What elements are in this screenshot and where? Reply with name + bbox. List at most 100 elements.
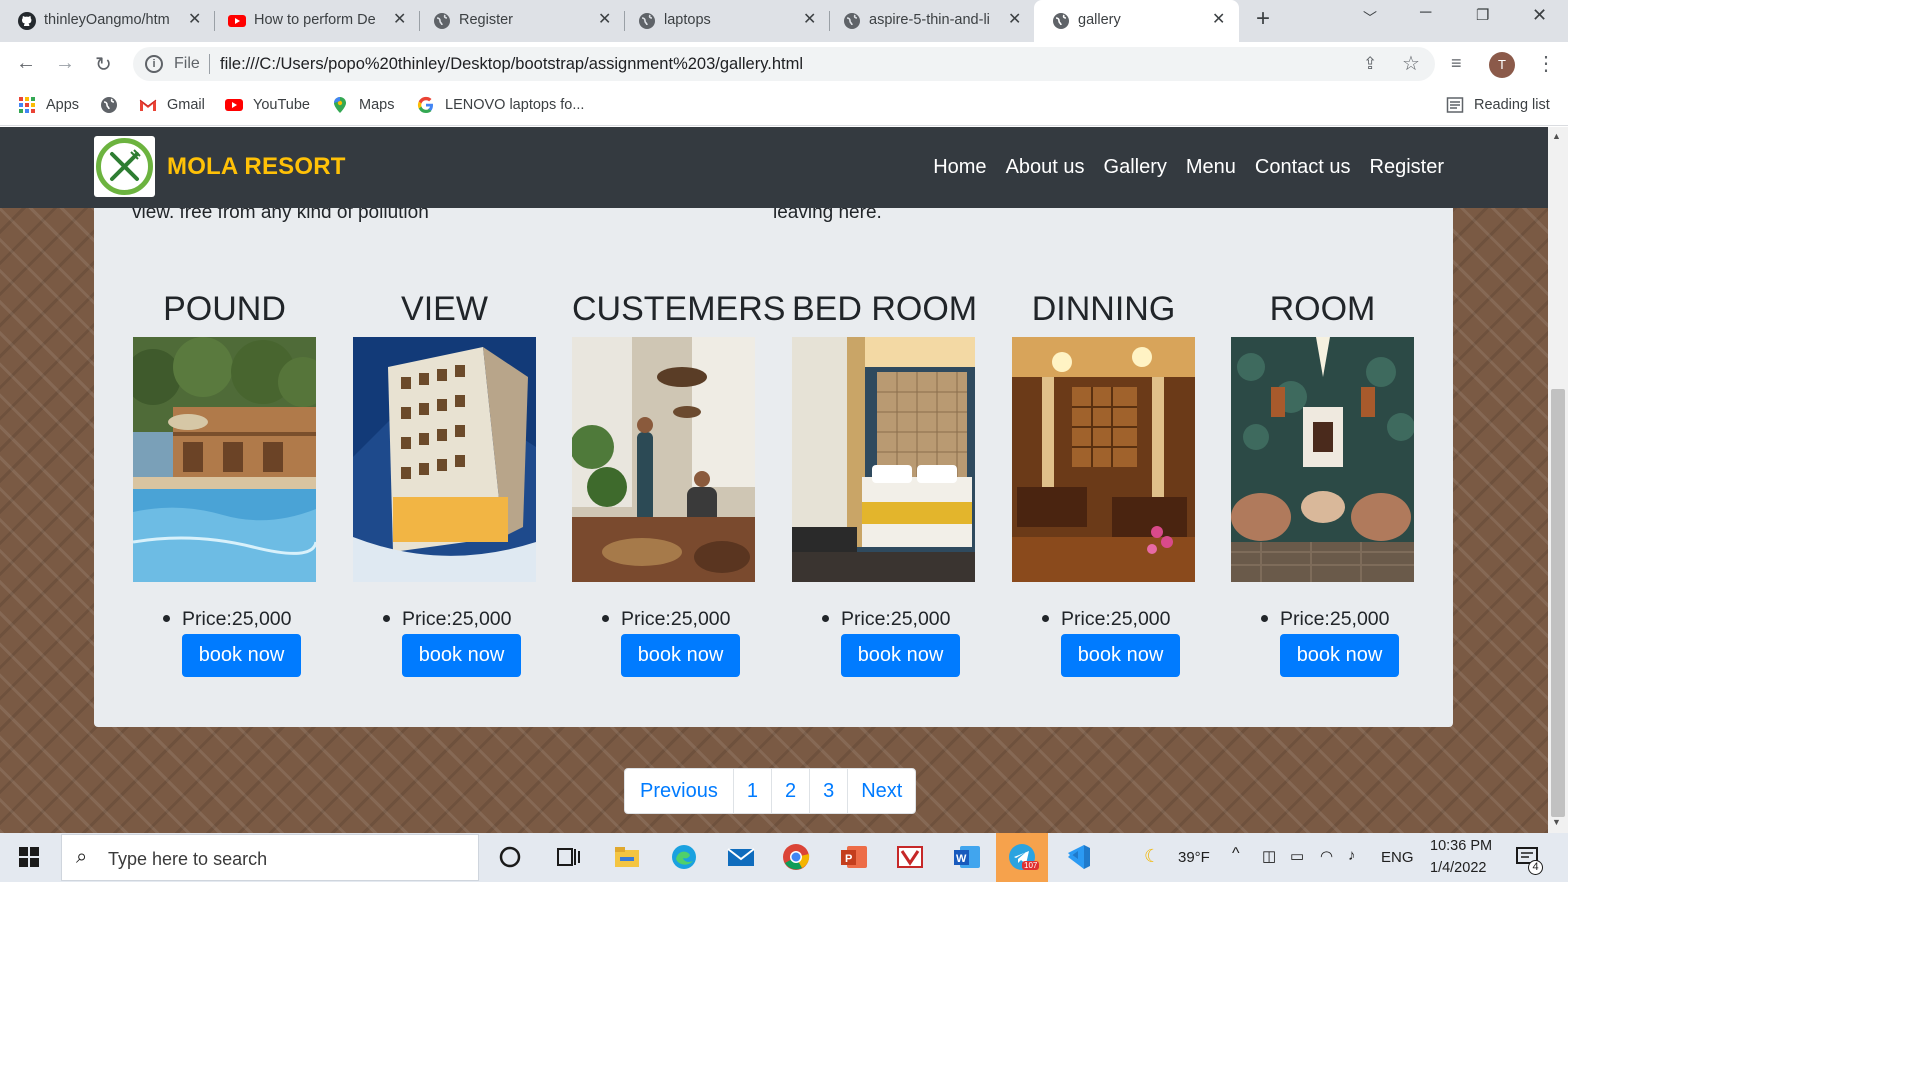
close-icon[interactable]: ✕ [598, 9, 611, 29]
tab-youtube[interactable]: How to perform De ✕ [210, 0, 419, 42]
url-text[interactable]: file:///C:/Users/popo%20thinley/Desktop/… [220, 55, 803, 74]
bullet-icon [602, 615, 609, 622]
media-playlist-icon[interactable]: ≡ [1451, 53, 1462, 74]
browser-toolbar: ← → ↻ i File file:///C:/Users/popo%20thi… [0, 42, 1568, 86]
taskbar-search[interactable]: ⌕ Type here to search [61, 834, 479, 881]
battery-icon[interactable]: ▭ [1290, 847, 1304, 865]
close-icon[interactable]: ✕ [1212, 9, 1225, 29]
bookmark-youtube[interactable]: YouTube [225, 95, 310, 115]
nav-contact-us[interactable]: Contact us [1255, 156, 1351, 179]
book-now-button[interactable]: book now [402, 634, 521, 677]
notification-count: 4 [1528, 860, 1543, 875]
book-now-button[interactable]: book now [841, 634, 960, 677]
omnibox-divider [209, 54, 210, 74]
powerpoint-icon[interactable]: P [838, 841, 870, 873]
book-now-button[interactable]: book now [1061, 634, 1180, 677]
book-now-button[interactable]: book now [182, 634, 301, 677]
address-bar[interactable]: i File file:///C:/Users/popo%20thinley/D… [133, 47, 1435, 81]
share-icon[interactable]: ⇪ [1363, 54, 1377, 74]
window-close-icon[interactable]: ✕ [1532, 5, 1547, 26]
page-scrollbar[interactable]: ▲ ▼ [1548, 127, 1568, 833]
vlc-like-icon[interactable] [894, 841, 926, 873]
bookmarks-bar: Apps Gmail YouTube Maps LENOVO laptops f… [0, 86, 1568, 126]
scrollbar-thumb[interactable] [1551, 389, 1565, 817]
wifi-icon[interactable]: ◠ [1320, 847, 1333, 865]
bookmark-gmail[interactable]: Gmail [139, 95, 205, 115]
nav-gallery[interactable]: Gallery [1104, 156, 1167, 179]
tab-register[interactable]: Register ✕ [415, 0, 624, 42]
book-now-button[interactable]: book now [1280, 634, 1399, 677]
windows-taskbar: ⌕ Type here to search P W 107 ☾ 39°F ^ ◫… [0, 833, 1568, 882]
word-icon[interactable]: W [951, 841, 983, 873]
page-previous[interactable]: Previous [625, 769, 733, 813]
tab-github[interactable]: thinleyOangmo/htm ✕ [0, 0, 214, 42]
menu-kebab-icon[interactable]: ⋮ [1536, 51, 1556, 76]
bookmark-apps[interactable]: Apps [18, 95, 79, 115]
globe-icon [434, 13, 450, 29]
brand-name[interactable]: MOLA RESORT [167, 153, 346, 181]
nav-about-us[interactable]: About us [1006, 156, 1085, 179]
bookmark-maps[interactable]: Maps [331, 95, 394, 115]
bookmark-globe[interactable] [100, 95, 128, 115]
meet-now-icon[interactable]: ◫ [1262, 847, 1276, 865]
clock-time[interactable]: 10:36 PM [1430, 838, 1492, 854]
close-icon[interactable]: ✕ [393, 9, 406, 29]
profile-avatar[interactable]: T [1489, 52, 1515, 78]
back-arrow-icon[interactable]: ← [16, 52, 36, 75]
edge-icon[interactable] [668, 841, 700, 873]
gallery-item-title: DINNING [1031, 290, 1176, 328]
mail-icon[interactable] [725, 841, 757, 873]
reload-icon[interactable]: ↻ [95, 52, 112, 77]
vscode-icon[interactable] [1062, 841, 1094, 873]
price-text: Price:25,000 [841, 608, 951, 630]
reading-list-button[interactable]: Reading list [1446, 95, 1550, 115]
tray-chevron-icon[interactable]: ^ [1232, 845, 1240, 863]
nav-menu[interactable]: Menu [1186, 156, 1236, 179]
apps-grid-icon [19, 97, 35, 113]
price-text: Price:25,000 [1061, 608, 1171, 630]
book-now-button[interactable]: book now [621, 634, 740, 677]
volume-icon[interactable]: ♪ [1348, 847, 1356, 864]
price-text: Price:25,000 [1280, 608, 1390, 630]
bullet-icon [822, 615, 829, 622]
nav-register[interactable]: Register [1370, 156, 1444, 179]
info-icon[interactable]: i [145, 55, 163, 73]
bullet-icon [1042, 615, 1049, 622]
scroll-up-arrow-icon[interactable]: ▲ [1552, 131, 1561, 141]
chrome-icon[interactable] [780, 841, 812, 873]
restaurant-logo-icon[interactable] [94, 136, 155, 197]
tab-search-icon[interactable]: ﹀ [1363, 8, 1377, 28]
language-indicator[interactable]: ENG [1381, 849, 1414, 866]
globe-icon [1053, 13, 1069, 29]
new-tab-button[interactable]: + [1256, 5, 1270, 33]
bookmark-star-icon[interactable]: ☆ [1402, 51, 1420, 76]
page-2[interactable]: 2 [770, 769, 809, 813]
scroll-down-arrow-icon[interactable]: ▼ [1552, 817, 1561, 827]
minimize-icon[interactable]: ─ [1420, 4, 1431, 22]
cortana-icon[interactable] [494, 841, 526, 873]
nav-home[interactable]: Home [933, 156, 986, 179]
restore-icon[interactable]: ❐ [1476, 6, 1489, 24]
weather-temp[interactable]: 39°F [1178, 849, 1210, 866]
tab-aspire[interactable]: aspire-5-thin-and-li ✕ [825, 0, 1034, 42]
svg-text:P: P [845, 853, 852, 865]
page-1[interactable]: 1 [732, 769, 771, 813]
bookmark-lenovo[interactable]: LENOVO laptops fo... [417, 95, 584, 115]
tab-gallery[interactable]: gallery ✕ [1034, 0, 1239, 42]
page-3[interactable]: 3 [809, 769, 847, 813]
forward-arrow-icon[interactable]: → [55, 52, 75, 75]
tab-laptops[interactable]: laptops ✕ [620, 0, 829, 42]
tab-title: How to perform De [254, 12, 376, 28]
page-next[interactable]: Next [847, 769, 915, 813]
weather-moon-icon[interactable]: ☾ [1144, 846, 1160, 867]
close-icon[interactable]: ✕ [1008, 9, 1021, 29]
close-icon[interactable]: ✕ [803, 9, 816, 29]
file-explorer-icon[interactable] [611, 841, 643, 873]
price-text: Price:25,000 [402, 608, 512, 630]
telegram-taskbar-item[interactable]: 107 [996, 833, 1048, 882]
close-icon[interactable]: ✕ [188, 9, 201, 29]
reading-list-label: Reading list [1474, 97, 1550, 113]
clock-date[interactable]: 1/4/2022 [1430, 860, 1486, 876]
windows-start-icon[interactable] [19, 847, 39, 867]
task-view-icon[interactable] [552, 841, 584, 873]
